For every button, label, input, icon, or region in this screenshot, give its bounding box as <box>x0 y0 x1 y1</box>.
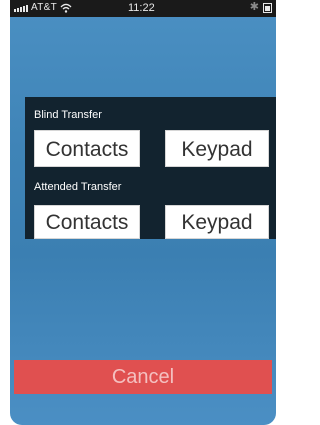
bluetooth-icon: ✱ <box>249 1 259 13</box>
attended-contacts-button[interactable]: Contacts <box>34 205 140 239</box>
status-right: ✱ <box>250 2 272 13</box>
blind-keypad-button[interactable]: Keypad <box>165 130 269 167</box>
clock: 11:22 <box>128 2 155 14</box>
battery-icon <box>263 2 272 13</box>
attended-keypad-button[interactable]: Keypad <box>165 205 269 239</box>
signal-bars-icon <box>14 3 28 12</box>
blind-contacts-button[interactable]: Contacts <box>34 130 140 167</box>
wifi-icon <box>60 3 72 13</box>
carrier-name: AT&T <box>31 2 58 13</box>
status-left: AT&T <box>14 2 72 13</box>
phone-screen: AT&T 11:22 ✱ Blind Transfer Contacts Key… <box>10 0 276 425</box>
attended-transfer-label: Attended Transfer <box>34 181 122 193</box>
cancel-button[interactable]: Cancel <box>14 360 272 394</box>
blind-transfer-label: Blind Transfer <box>34 109 102 121</box>
status-bar: AT&T 11:22 ✱ <box>10 0 276 17</box>
transfer-panel: Blind Transfer Contacts Keypad Attended … <box>25 97 276 239</box>
